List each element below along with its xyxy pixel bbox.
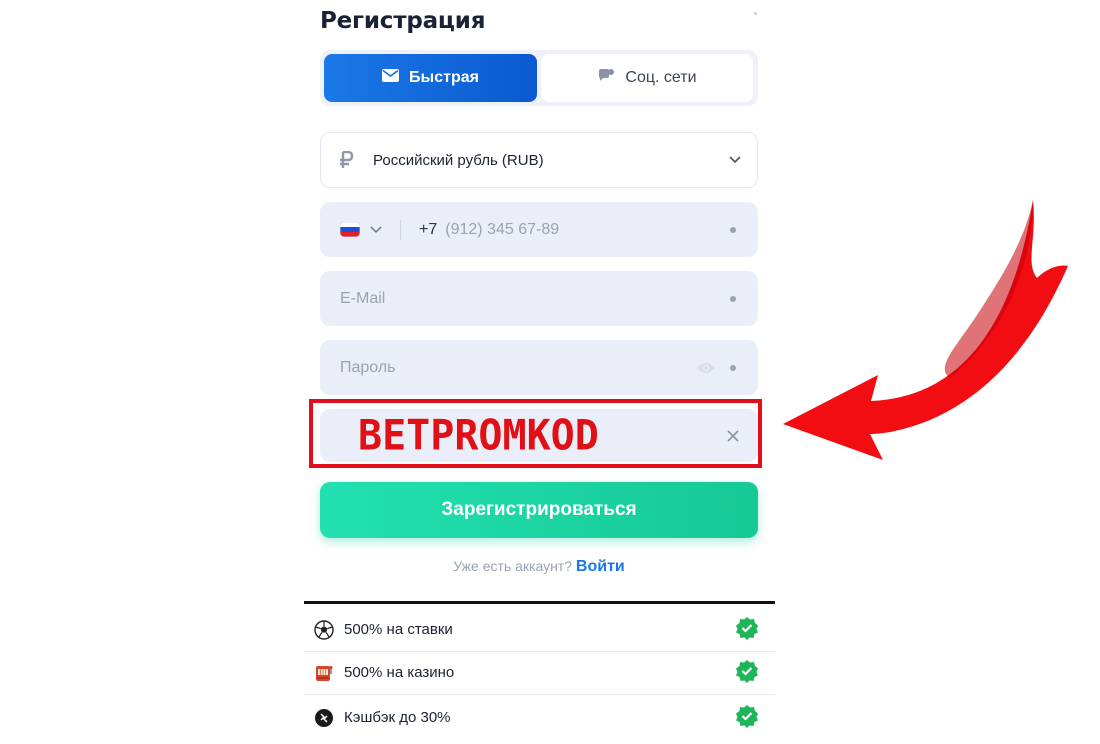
currency-select[interactable]: Российский рубль (RUB) — [320, 132, 758, 188]
tab-social-label: Соц. сети — [625, 69, 697, 86]
phone-prefix: +7 — [419, 220, 438, 238]
benefit-label: 500% на казино — [344, 664, 455, 681]
page-title: Регистрация — [320, 8, 486, 34]
eye-icon[interactable] — [696, 361, 716, 375]
login-prompt: Уже есть аккаунт? — [453, 558, 573, 574]
registration-tabs: Быстрая Соц. сети — [320, 50, 758, 106]
tab-quick-label: Быстрая — [409, 69, 479, 86]
required-dot — [730, 364, 736, 371]
slot-machine-icon — [314, 663, 334, 683]
benefit-row: 500% на казино — [304, 651, 775, 694]
register-button[interactable]: Зарегистрироваться — [320, 482, 758, 538]
envelope-icon — [382, 69, 400, 87]
email-field[interactable]: E-Mail — [320, 271, 758, 326]
chat-bubble-icon — [597, 68, 615, 89]
required-dot — [730, 226, 736, 233]
verified-check-icon — [735, 659, 759, 687]
section-divider — [304, 601, 775, 604]
cashback-coin-icon — [314, 708, 334, 728]
login-link[interactable]: Войти — [576, 558, 625, 575]
password-placeholder: Пароль — [340, 358, 396, 376]
soccer-ball-icon — [314, 619, 334, 640]
ruble-icon — [339, 151, 357, 169]
benefit-label: Кэшбэк до 30% — [344, 709, 451, 726]
country-chevron-icon[interactable] — [370, 225, 382, 234]
required-dot — [730, 295, 736, 302]
currency-value: Российский рубль (RUB) — [373, 151, 544, 169]
verified-check-icon — [735, 704, 759, 732]
red-arrow-icon — [783, 200, 1068, 460]
email-placeholder: E-Mail — [340, 289, 386, 307]
verified-check-icon — [735, 616, 759, 644]
russia-flag-icon[interactable] — [340, 222, 360, 237]
tab-social[interactable]: Соц. сети — [541, 54, 753, 102]
benefit-label: 500% на ставки — [344, 621, 453, 638]
phone-field[interactable]: +7 (912) 345 67-89 — [320, 202, 758, 257]
benefit-row: 500% на ставки — [304, 608, 775, 651]
benefit-separator — [304, 694, 775, 695]
tab-quick[interactable]: Быстрая — [324, 54, 537, 102]
login-prompt-line: Уже есть аккаунт? Войти — [320, 558, 758, 576]
benefit-row: Кэшбэк до 30% — [304, 696, 775, 739]
decor-dot — [754, 12, 757, 15]
phone-divider — [400, 219, 401, 240]
chevron-down-icon — [729, 156, 741, 164]
promo-highlight-frame — [309, 399, 762, 468]
password-field[interactable]: Пароль — [320, 340, 758, 395]
phone-placeholder: (912) 345 67-89 — [445, 220, 560, 238]
